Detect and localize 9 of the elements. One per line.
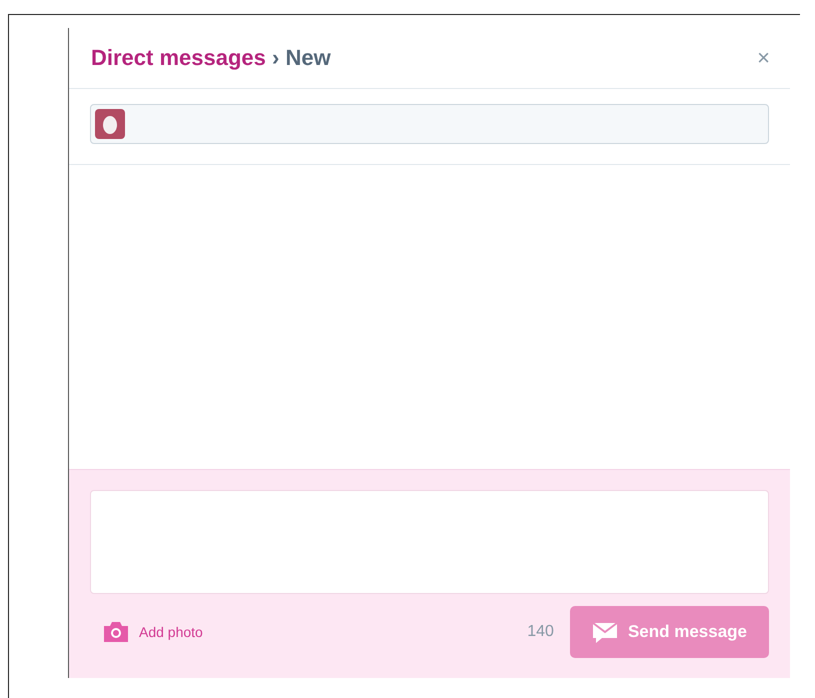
envelope-icon bbox=[592, 621, 618, 643]
message-field[interactable] bbox=[90, 490, 769, 594]
dialog-title: Direct messages › New bbox=[91, 45, 331, 71]
recipient-field[interactable] bbox=[90, 104, 769, 144]
add-photo-button[interactable]: Add photo bbox=[90, 621, 203, 643]
camera-icon bbox=[102, 621, 130, 643]
close-button[interactable]: × bbox=[757, 45, 770, 71]
egg-avatar-icon bbox=[95, 109, 125, 139]
character-counter: 140 bbox=[527, 623, 554, 641]
